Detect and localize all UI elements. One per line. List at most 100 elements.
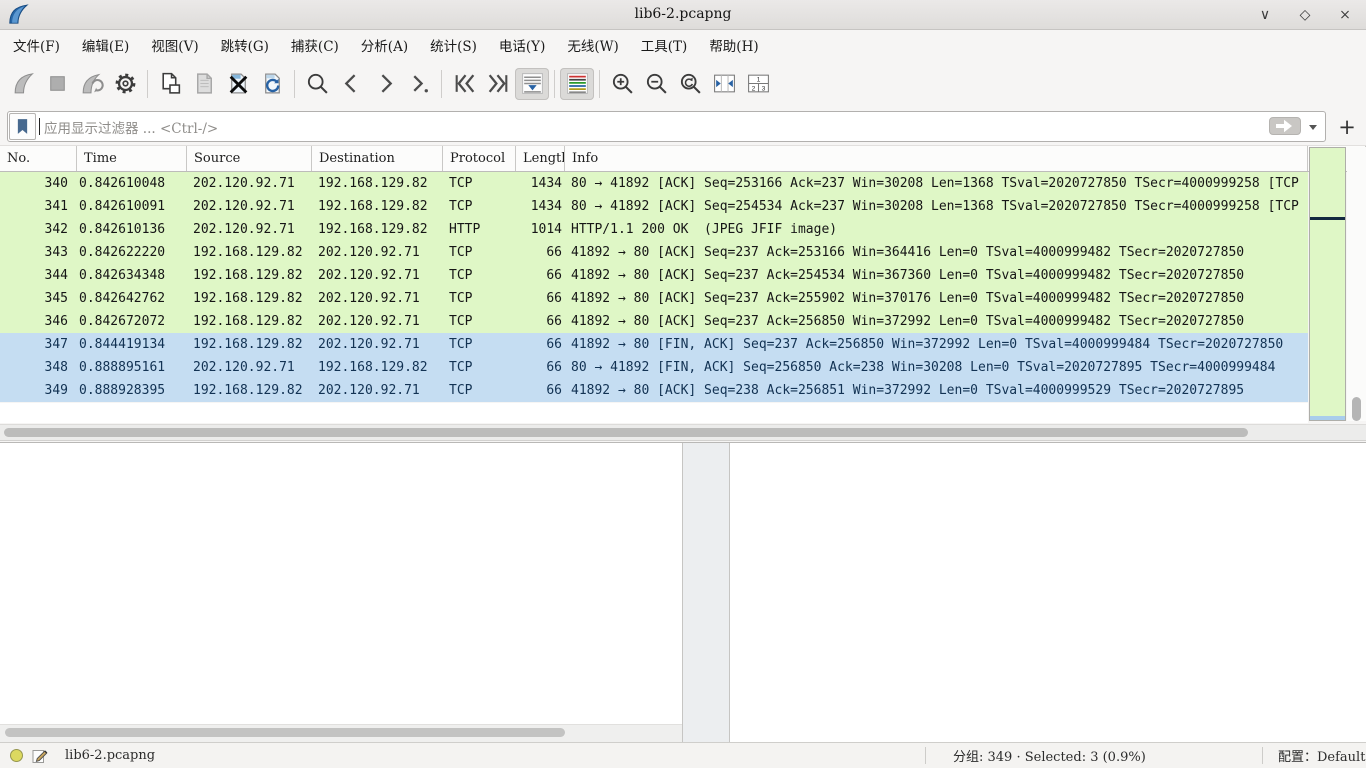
minimize-icon[interactable]: ∨ [1252,3,1278,27]
details-hscrollbar[interactable] [0,724,682,742]
menu-capture[interactable]: 捕获(C) [280,30,350,60]
column-header-time[interactable]: Time [77,146,187,171]
packet-row-347[interactable]: 3470.844419134192.168.129.82202.120.92.7… [0,333,1308,356]
zoom-out-button[interactable] [639,68,673,100]
cell-no: 343 [0,241,77,264]
menu-analyze[interactable]: 分析(A) [350,30,419,60]
wireshark-window: lib6-2.pcapng ∨ ◇ × 文件(F)编辑(E)视图(V)跳转(G)… [0,0,1366,768]
status-bar: lib6-2.pcapng 分组: 349 · Selected: 3 (0.9… [0,742,1366,768]
packet-row-344[interactable]: 3440.842634348192.168.129.82202.120.92.7… [0,264,1308,287]
packet-row-342[interactable]: 3420.842610136202.120.92.71192.168.129.8… [0,218,1308,241]
pane-layout-button[interactable]: 123 [741,68,775,100]
filter-dropdown-icon[interactable] [1309,125,1317,130]
column-header-source[interactable]: Source [187,146,312,171]
restart-capture-button[interactable] [74,68,108,100]
layout-123-icon: 123 [746,71,771,96]
details-hscrollbar-thumb[interactable] [5,728,565,737]
reload-file-button[interactable] [255,68,289,100]
open-file-button[interactable] [153,68,187,100]
cell-length: 66 [516,310,565,333]
stop-capture-button[interactable] [40,68,74,100]
close-icon[interactable]: × [1332,3,1358,27]
packet-bytes-pane [729,443,1366,742]
colorize-button[interactable] [560,68,594,100]
resize-columns-icon [712,71,737,96]
column-header-length[interactable]: Length [516,146,565,171]
packet-list-header: No.TimeSourceDestinationProtocolLengthIn… [0,146,1366,172]
filter-apply-button[interactable] [1269,117,1301,135]
menu-go[interactable]: 跳转(G) [210,30,280,60]
zoom-reset-button[interactable] [673,68,707,100]
cell-length: 66 [516,287,565,310]
toolbar-separator [599,70,600,98]
cell-source: 192.168.129.82 [187,241,312,264]
cell-source: 192.168.129.82 [187,310,312,333]
packet-list-hscrollbar[interactable] [0,424,1366,441]
packet-row-349[interactable]: 3490.888928395192.168.129.82202.120.92.7… [0,379,1308,402]
column-header-info[interactable]: Info [565,146,1308,171]
resize-columns-button[interactable] [707,68,741,100]
close-file-button[interactable] [221,68,255,100]
first-packet-button[interactable] [447,68,481,100]
cell-destination: 192.168.129.82 [312,218,443,241]
menu-edit[interactable]: 编辑(E) [71,30,140,60]
window-title: lib6-2.pcapng [0,0,1366,29]
cell-source: 202.120.92.71 [187,172,312,195]
auto-scroll-button[interactable] [515,68,549,100]
column-header-protocol[interactable]: Protocol [443,146,516,171]
maximize-icon[interactable]: ◇ [1292,3,1318,27]
capture-options-button[interactable] [108,68,142,100]
packet-row-343[interactable]: 3430.842622220192.168.129.82202.120.92.7… [0,241,1308,264]
menu-tools[interactable]: 工具(T) [630,30,699,60]
cell-protocol: TCP [443,310,516,333]
start-capture-button[interactable] [6,68,40,100]
expert-info-icon[interactable] [10,749,23,762]
cell-info: 41892 → 80 [FIN, ACK] Seq=237 Ack=256850… [565,333,1308,356]
go-back-button[interactable] [334,68,368,100]
save-file-button[interactable] [187,68,221,100]
menu-help[interactable]: 帮助(H) [698,30,769,60]
packet-row-340[interactable]: 3400.842610048202.120.92.71192.168.129.8… [0,172,1308,195]
status-profile[interactable]: 配置：Default [1278,743,1365,768]
display-filter-input[interactable]: 应用显示过滤器 ... <Ctrl-/> [7,111,1326,142]
packet-row-348[interactable]: 3480.888895161202.120.92.71192.168.129.8… [0,356,1308,379]
intelligent-scrollbar[interactable] [1309,147,1346,421]
filter-add-button[interactable]: + [1335,113,1359,141]
packet-row-341[interactable]: 3410.842610091202.120.92.71192.168.129.8… [0,195,1308,218]
column-header-destination[interactable]: Destination [312,146,443,171]
filter-bookmark-button[interactable] [9,113,36,140]
cell-info: 41892 → 80 [ACK] Seq=237 Ack=254534 Win=… [565,264,1308,287]
menu-telephony[interactable]: 电话(Y) [488,30,556,60]
go-forward-button[interactable] [368,68,402,100]
menu-wireless[interactable]: 无线(W) [556,30,629,60]
cell-length: 1434 [516,195,565,218]
menu-file[interactable]: 文件(F) [2,30,71,60]
vertical-scrollbar-track[interactable] [1347,147,1366,421]
packet-details-pane [0,443,683,742]
last-packet-button[interactable] [481,68,515,100]
first-packet-icon [452,71,477,96]
chevron-right-icon [373,71,398,96]
text-caret [39,118,40,135]
packet-list-hscrollbar-thumb[interactable] [4,428,1248,437]
vertical-scrollbar-thumb[interactable] [1352,397,1361,421]
packet-row-345[interactable]: 3450.842642762192.168.129.82202.120.92.7… [0,287,1308,310]
zoom-reset-icon [678,71,703,96]
minimap-marker [1310,217,1345,220]
svg-text:3: 3 [761,86,765,93]
cell-protocol: TCP [443,379,516,402]
cell-destination: 202.120.92.71 [312,310,443,333]
svg-text:2: 2 [751,86,755,93]
capture-comment-icon[interactable] [32,748,48,764]
zoom-in-button[interactable] [605,68,639,100]
column-header-no[interactable]: No. [0,146,77,171]
menu-statistics[interactable]: 统计(S) [419,30,488,60]
menu-view[interactable]: 视图(V) [140,30,209,60]
cell-time: 0.842672072 [77,310,187,333]
find-packet-button[interactable] [300,68,334,100]
titlebar: lib6-2.pcapng ∨ ◇ × [0,0,1366,30]
cell-info: 80 → 41892 [ACK] Seq=253166 Ack=237 Win=… [565,172,1308,195]
cell-info: HTTP/1.1 200 OK (JPEG JFIF image) [565,218,1308,241]
go-to-packet-button[interactable] [402,68,436,100]
packet-row-346[interactable]: 3460.842672072192.168.129.82202.120.92.7… [0,310,1308,333]
